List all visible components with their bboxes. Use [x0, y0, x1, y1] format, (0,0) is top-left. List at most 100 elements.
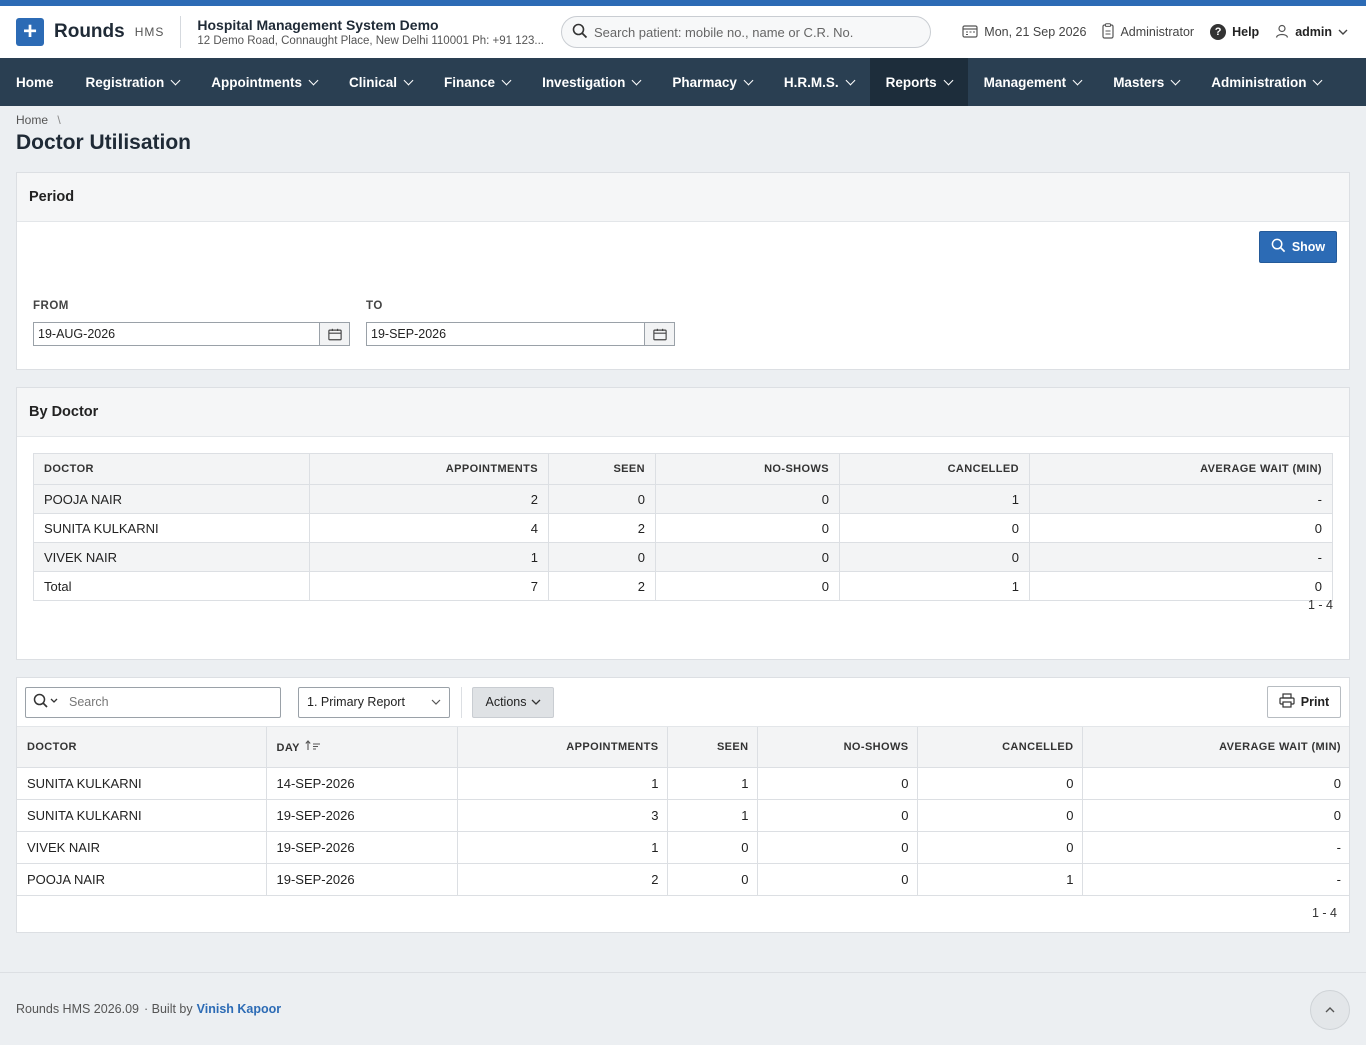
chevron-down-icon: [1072, 75, 1083, 85]
table-cell: -: [1029, 542, 1333, 572]
column-header[interactable]: DAY: [266, 727, 458, 768]
calendar-icon: [652, 328, 667, 340]
column-header: AVERAGE WAIT (MIN): [1029, 453, 1333, 485]
table-cell: 0: [757, 831, 918, 864]
organization-info: Hospital Management System Demo 12 Demo …: [197, 17, 555, 47]
nav-item-home[interactable]: Home: [0, 58, 70, 106]
table-cell: 1: [667, 767, 758, 800]
breadcrumb: Home \: [16, 106, 1350, 127]
printer-icon: [1279, 693, 1295, 711]
nav-item-pharmacy[interactable]: Pharmacy: [656, 58, 768, 106]
table-row: Total 7 2 0 1 0: [33, 571, 1333, 601]
column-header-label: AVERAGE WAIT (MIN): [1219, 740, 1341, 753]
nav-item-label: Investigation: [542, 74, 626, 90]
nav-item-registration[interactable]: Registration: [70, 58, 196, 106]
nav-item-label: Home: [16, 74, 54, 90]
chevron-down-icon: [531, 695, 541, 709]
from-calendar-button[interactable]: [319, 322, 350, 346]
table-cell: 1: [457, 831, 668, 864]
column-header: AVERAGE WAIT (MIN): [1082, 727, 1349, 768]
column-header: DOCTOR: [17, 727, 267, 768]
table-cell: 2: [457, 863, 668, 896]
table-cell: SUNITA KULKARNI: [17, 767, 267, 800]
nav-item-label: Finance: [444, 74, 496, 90]
org-name: Hospital Management System Demo: [197, 17, 439, 33]
show-button[interactable]: Show: [1259, 231, 1337, 263]
table-row: SUNITA KULKARNI 19-SEP-2026 3 1 0 0 0: [17, 799, 1349, 832]
chevron-down-icon: [943, 75, 954, 85]
footer-author-link[interactable]: Vinish Kapoor: [197, 1002, 282, 1016]
nav-item-hrms[interactable]: H.R.M.S.: [768, 58, 870, 106]
nav-item-masters[interactable]: Masters: [1097, 58, 1195, 106]
report-search-input[interactable]: [69, 695, 259, 709]
app-header: + Rounds HMS Hospital Management System …: [0, 6, 1366, 58]
help-link[interactable]: ? Help: [1210, 24, 1259, 40]
table-row: VIVEK NAIR 19-SEP-2026 1 0 0 0-: [17, 831, 1349, 864]
breadcrumb-home[interactable]: Home: [16, 113, 48, 127]
date-text: Mon, 21 Sep 2026: [984, 25, 1087, 39]
user-menu[interactable]: admin: [1275, 24, 1348, 41]
user-icon: [1275, 24, 1289, 41]
brand-sub: HMS: [134, 25, 165, 39]
sort-ascending-icon[interactable]: [305, 739, 321, 754]
table-cell: SUNITA KULKARNI: [17, 799, 267, 832]
main-content: Home \ Doctor Utilisation Period Show FR…: [0, 106, 1366, 933]
nav-item-investigation[interactable]: Investigation: [526, 58, 656, 106]
table-cell: 1: [309, 542, 549, 572]
table-row: POOJA NAIR 19-SEP-2026 2 0 0 1-: [17, 863, 1349, 896]
column-header-label: APPOINTMENTS: [566, 740, 659, 753]
calendar-icon: [327, 328, 342, 340]
search-icon[interactable]: [33, 693, 59, 712]
period-panel: Period Show FROM TO: [16, 172, 1350, 370]
table-cell: 0: [655, 513, 840, 543]
header-divider: [180, 16, 182, 48]
table-cell: 7: [309, 571, 549, 601]
brand-name[interactable]: Rounds: [54, 21, 125, 43]
scroll-to-top-button[interactable]: [1310, 990, 1350, 1030]
role-indicator[interactable]: Administrator: [1102, 22, 1194, 42]
column-header: DOCTOR: [33, 453, 310, 485]
report-select[interactable]: 1. Primary Report: [298, 686, 450, 718]
interactive-report-panel: 1. Primary Report Actions Print: [16, 677, 1350, 933]
table-cell: 19-SEP-2026: [266, 831, 458, 864]
nav-item-label: Clinical: [349, 74, 398, 90]
nav-item-label: H.R.M.S.: [783, 74, 839, 90]
nav-item-reports[interactable]: Reports: [869, 58, 968, 106]
table-cell: VIVEK NAIR: [17, 831, 267, 864]
from-date-input[interactable]: [33, 322, 319, 346]
patient-search[interactable]: [561, 16, 931, 48]
username: admin: [1295, 25, 1332, 39]
table-cell: 0: [839, 513, 1030, 543]
table-cell: 1: [457, 767, 668, 800]
table-cell: 1: [667, 799, 758, 832]
nav-item-label: Appointments: [211, 74, 303, 90]
by-doctor-panel-title: By Doctor: [17, 388, 1349, 437]
nav-item-label: Administration: [1211, 74, 1307, 90]
to-calendar-button[interactable]: [644, 322, 675, 346]
chevron-down-icon: [845, 75, 856, 85]
chevron-down-icon: [170, 75, 181, 85]
help-text: Help: [1232, 25, 1260, 39]
column-header-label: SEEN: [716, 740, 749, 753]
nav-item-management[interactable]: Management: [968, 58, 1098, 106]
logo-plus-icon[interactable]: +: [16, 18, 44, 46]
table-row: POOJA NAIR 2 0 0 1-: [33, 484, 1333, 514]
print-button[interactable]: Print: [1267, 686, 1341, 718]
table-cell: 0: [1082, 767, 1349, 800]
nav-item-clinical[interactable]: Clinical: [333, 58, 428, 106]
table-cell: 1: [839, 484, 1030, 514]
nav-item-finance[interactable]: Finance: [428, 58, 526, 106]
current-date: Mon, 21 Sep 2026: [962, 24, 1086, 41]
nav-item-administration[interactable]: Administration: [1195, 58, 1337, 106]
nav-item-label: Registration: [85, 74, 165, 90]
nav-item-appointments[interactable]: Appointments: [195, 58, 333, 106]
from-date-field: [33, 322, 350, 346]
actions-menu-button[interactable]: Actions: [472, 686, 554, 718]
column-header-label: CANCELLED: [1002, 740, 1074, 753]
to-date-input[interactable]: [366, 322, 644, 346]
nav-item-label: Masters: [1113, 74, 1165, 90]
table-cell: 0: [757, 863, 918, 896]
report-search[interactable]: [25, 686, 281, 718]
patient-search-input[interactable]: [594, 24, 914, 40]
table-cell: 0: [839, 542, 1030, 572]
